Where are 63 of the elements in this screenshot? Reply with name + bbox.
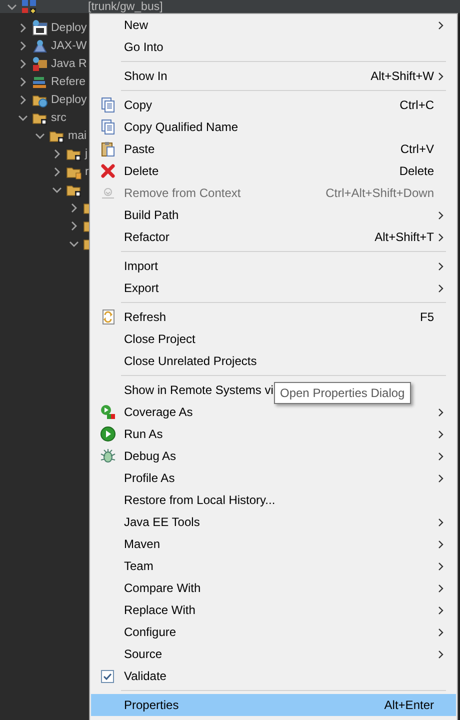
tree-item-label[interactable]: JAX-W	[51, 40, 87, 52]
tree-item-label[interactable]: Refere	[51, 76, 86, 88]
coverage-icon	[100, 404, 116, 420]
tree-item-label[interactable]: mai	[68, 130, 87, 142]
menu-item[interactable]: Replace With	[124, 603, 196, 617]
project-icon	[21, 0, 37, 13]
menu-item[interactable]: New	[124, 18, 148, 32]
menu-item[interactable]: Close Unrelated Projects	[124, 354, 257, 368]
copy-icon	[100, 97, 116, 113]
shortcut-label: Alt+Shift+T	[374, 230, 435, 244]
tree-item-label[interactable]: j	[85, 148, 88, 160]
shortcut-label: Alt+Shift+W	[370, 69, 435, 83]
menu-item[interactable]: Configure	[124, 625, 176, 639]
shortcut-label: F5	[420, 310, 435, 324]
menu-item[interactable]: Copy	[124, 98, 152, 112]
resources-icon	[32, 56, 48, 72]
delete-icon	[100, 163, 116, 179]
menu-item[interactable]: Go Into	[124, 40, 164, 54]
books-icon	[32, 74, 48, 90]
menu-item[interactable]: Java EE Tools	[124, 515, 200, 529]
tree-item-label[interactable]: Deploy	[51, 22, 87, 34]
descriptor-icon	[32, 20, 48, 36]
tree-item-label[interactable]: Java R	[51, 58, 87, 70]
menu-item[interactable]: Refactor	[124, 230, 170, 244]
menu-item[interactable]: Refresh	[124, 310, 166, 324]
menu-item[interactable]: Build Path	[124, 208, 179, 222]
refresh-icon	[100, 309, 116, 325]
menu-item[interactable]: Restore from Local History...	[124, 493, 276, 507]
menu-item[interactable]: Profile As	[124, 471, 175, 485]
paste-icon	[100, 141, 116, 157]
run-icon	[100, 426, 116, 442]
menu-item[interactable]: Maven	[124, 537, 160, 551]
menu-item[interactable]: Close Project	[124, 332, 196, 346]
tree-item-label[interactable]: Deploy	[51, 94, 87, 106]
menu-item[interactable]: Export	[124, 281, 159, 295]
tree-item-label[interactable]: r	[85, 166, 89, 178]
menu-item[interactable]: Paste	[124, 142, 155, 156]
remove-icon	[100, 185, 116, 201]
checkbox[interactable]	[101, 670, 114, 682]
properties-tooltip: Open Properties Dialog	[274, 382, 411, 404]
shortcut-label: Delete	[399, 164, 435, 178]
copy-icon	[100, 119, 116, 135]
menu-item[interactable]: Source	[124, 647, 162, 661]
menu-item[interactable]: Copy Qualified Name	[124, 120, 238, 134]
shortcut-label: Ctrl+Alt+Shift+Down	[326, 186, 435, 200]
menu-item[interactable]: Delete	[124, 164, 159, 178]
menu-item[interactable]: Debug As	[124, 449, 176, 463]
menu-item[interactable]: Compare With	[124, 581, 201, 595]
service-icon	[32, 38, 48, 54]
shortcut-label: Alt+Enter	[384, 698, 435, 712]
menu-item[interactable]: Import	[124, 259, 158, 273]
menu-item[interactable]: Team	[124, 559, 154, 573]
bug-icon	[100, 448, 116, 464]
menu-item[interactable]: Show In	[124, 69, 168, 83]
menu-item[interactable]: Properties Alt+Enter	[91, 694, 456, 716]
shortcut-label: Ctrl+C	[400, 98, 435, 112]
shortcut-label: Ctrl+V	[400, 142, 435, 156]
selected-row[interactable]: [trunk/gw_bus]	[0, 0, 460, 13]
menu-item[interactable]: Run As	[124, 427, 163, 441]
menu-item[interactable]: Coverage As	[124, 405, 193, 419]
tree-item-label[interactable]: src	[51, 112, 66, 124]
menu-item[interactable]: Show in Remote Systems vi	[124, 383, 274, 397]
menu-item[interactable]: Validate	[124, 669, 166, 683]
